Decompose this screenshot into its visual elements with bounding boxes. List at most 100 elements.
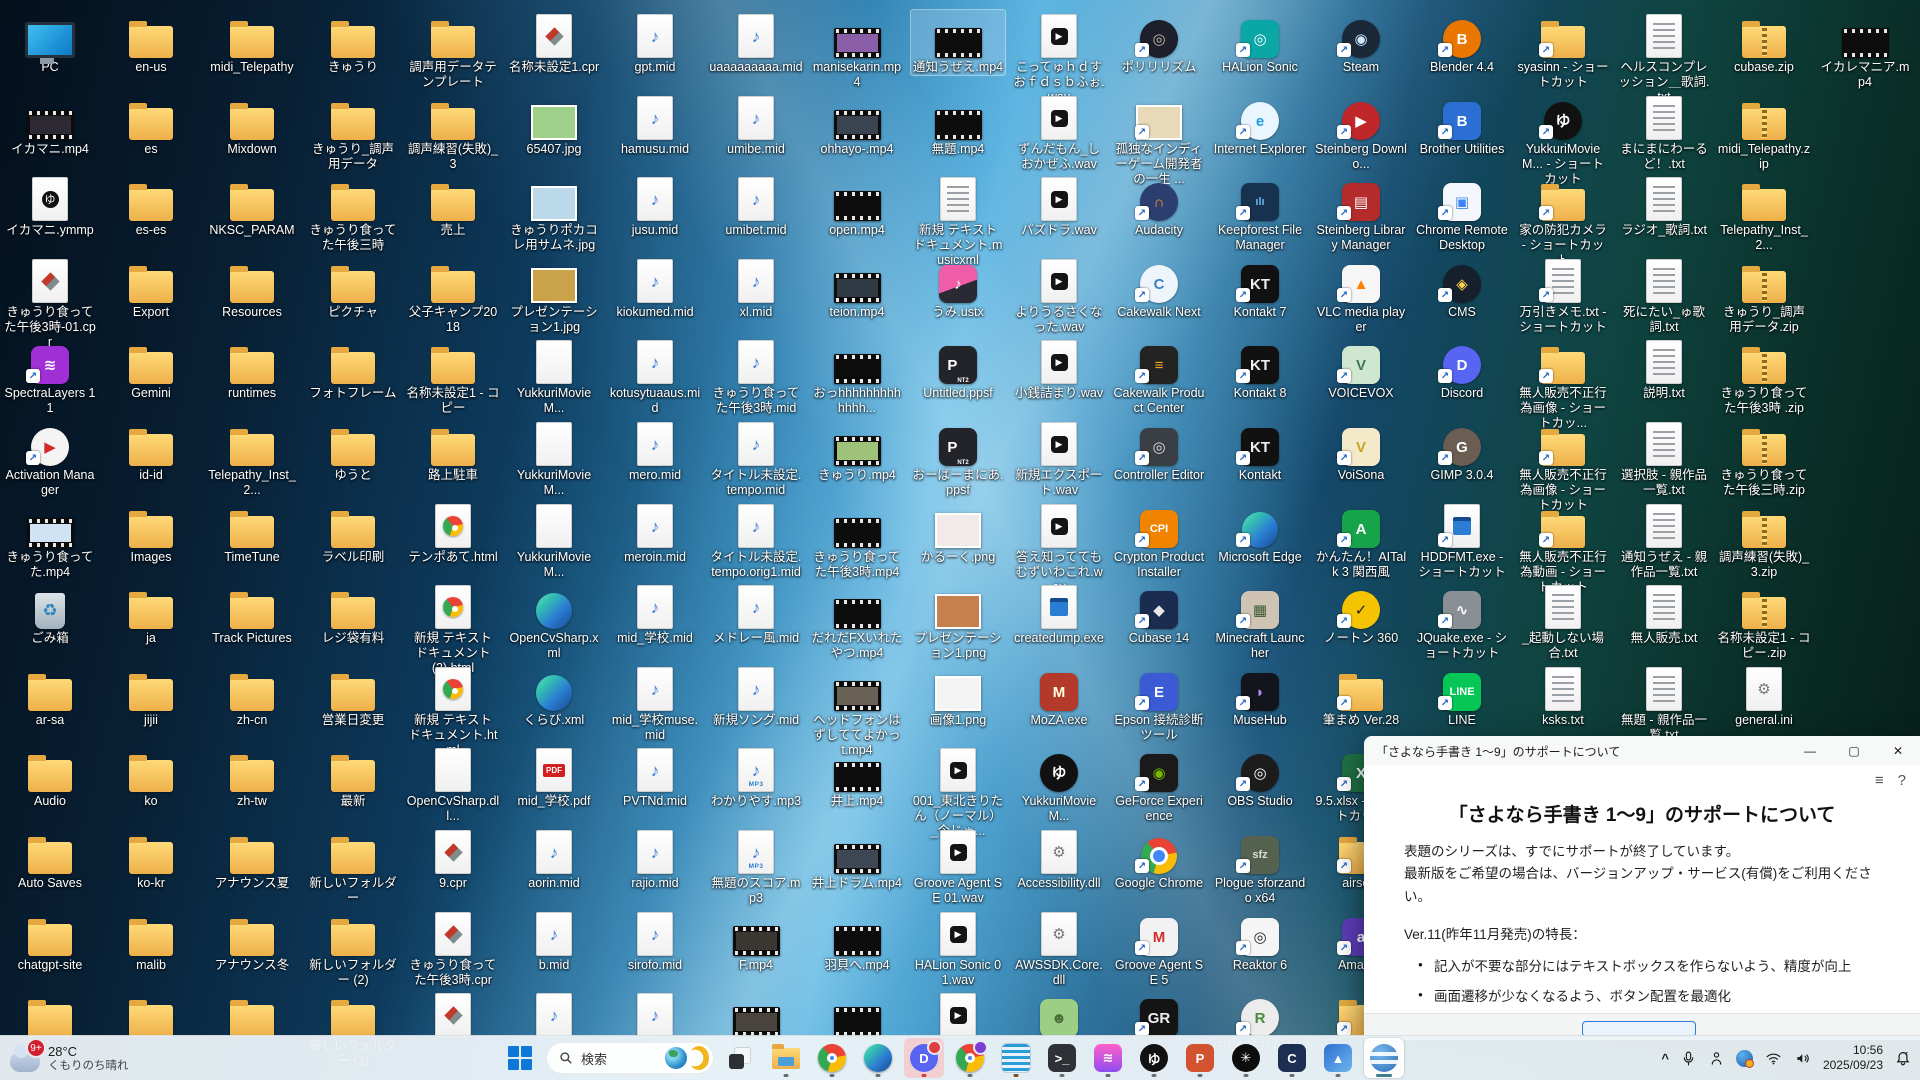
desktop-icon[interactable]: ♪umibe.mid	[709, 92, 803, 157]
minimize-button[interactable]: —	[1788, 736, 1832, 766]
desktop-icon[interactable]: ♪meroin.mid	[608, 500, 702, 565]
desktop-icon[interactable]: きゅうり食ってた午後3時.cpr	[406, 908, 500, 988]
desktop-icon[interactable]: ▦↗Minecraft Launcher	[1213, 581, 1307, 661]
weather-widget[interactable]: 9+ 28°C くもりのち晴れ	[10, 1039, 129, 1077]
taskbar-task-view-button[interactable]	[720, 1038, 760, 1078]
desktop-icon[interactable]: Images	[104, 500, 198, 565]
desktop-icon[interactable]: ⚙general.ini	[1717, 663, 1811, 728]
desktop-icon[interactable]: midi_Telepathy.zip	[1717, 92, 1811, 172]
desktop-icon[interactable]: KT↗Kontakt	[1213, 418, 1307, 483]
desktop-icon[interactable]: B↗Blender 4.4	[1415, 10, 1509, 75]
desktop-icon[interactable]: manisekarin.mp4	[810, 10, 904, 90]
desktop-icon[interactable]: e↗Internet Explorer	[1213, 92, 1307, 157]
desktop-icon[interactable]: 営業日変更	[306, 663, 400, 728]
desktop-icon[interactable]: G↗GIMP 3.0.4	[1415, 418, 1509, 483]
taskbar-voicevox[interactable]	[1364, 1038, 1404, 1078]
desktop-icon[interactable]: ゆYukkuriMovieM...	[1012, 744, 1106, 824]
desktop-icon[interactable]: ar-sa	[3, 663, 97, 728]
desktop-icon[interactable]: ♪メドレー風.mid	[709, 581, 803, 646]
desktop-icon[interactable]: 選択肢 - 親作品一覧.txt	[1617, 418, 1711, 498]
desktop-icon[interactable]	[810, 989, 904, 1039]
taskbar-start-button[interactable]	[500, 1038, 540, 1078]
desktop-icon[interactable]: 9.cpr	[406, 826, 500, 891]
desktop-icon[interactable]: ↗無人販売不正行為画像 - ショートカッ...	[1516, 336, 1610, 431]
app-blueball-icon[interactable]	[1736, 1050, 1753, 1067]
desktop-icon[interactable]: まにまにわーるど！.txt	[1617, 92, 1711, 172]
desktop-icon[interactable]: プレゼンテーション1.jpg	[507, 255, 601, 335]
desktop-icon[interactable]: ↗万引きメモ.txt - ショートカット	[1516, 255, 1610, 335]
desktop-icon[interactable]: OpenCvSharp.xml	[507, 581, 601, 661]
desktop-icon[interactable]: NKSC_PARAM	[205, 173, 299, 238]
desktop-icon[interactable]: zh-tw	[205, 744, 299, 809]
desktop-icon[interactable]: 名称未設定1 - コピー	[406, 336, 500, 416]
desktop-icon[interactable]: ♪xl.mid	[709, 255, 803, 320]
desktop-icon[interactable]: jijii	[104, 663, 198, 728]
desktop-icon[interactable]: ja	[104, 581, 198, 646]
desktop-icon[interactable]: ▶新規エクスポート.wav	[1012, 418, 1106, 498]
desktop-icon[interactable]: ◈↗CMS	[1415, 255, 1509, 320]
desktop-icon[interactable]: 通知うぜえ.mp4	[911, 10, 1005, 75]
desktop-icon[interactable]: きゅうり_調声用データ	[306, 92, 400, 172]
speaker-icon[interactable]	[1794, 1050, 1812, 1067]
taskbar-file-explorer[interactable]	[766, 1038, 806, 1078]
desktop-icon[interactable]: きゅうり	[306, 10, 400, 75]
desktop-icon[interactable]: V↗VOICEVOX	[1314, 336, 1408, 401]
desktop-icon[interactable]: ◆↗Cubase 14	[1112, 581, 1206, 646]
desktop-icon[interactable]: ↗Microsoft Edge	[1213, 500, 1307, 565]
desktop-icon[interactable]: プレゼンテーション1.png	[911, 581, 1005, 661]
desktop-icon[interactable]: ☻	[1012, 989, 1106, 1039]
taskbar-edge[interactable]	[858, 1038, 898, 1078]
desktop-icon[interactable]: 売上	[406, 173, 500, 238]
desktop-icon[interactable]: ♪jusu.mid	[608, 173, 702, 238]
taskbar-chrome[interactable]	[812, 1038, 852, 1078]
desktop-icon[interactable]: ♪rajio.mid	[608, 826, 702, 891]
desktop-icon[interactable]: ♪uaaaaaaaaa.mid	[709, 10, 803, 75]
desktop-icon[interactable]: きゅうり食ってた午後三時.zip	[1717, 418, 1811, 498]
desktop-icon[interactable]: フォトフレーム	[306, 336, 400, 401]
desktop-icon[interactable]: ▶HALion Sonic 01.wav	[911, 908, 1005, 988]
desktop-icon[interactable]: E↗Epson 接続診断ツール	[1112, 663, 1206, 743]
desktop-icon[interactable]: イカレマニア.mp4	[1818, 10, 1912, 90]
taskbar-yukkuri-movie-maker[interactable]: ゆ	[1134, 1038, 1174, 1078]
desktop-icon[interactable]: ▶パズドラ.wav	[1012, 173, 1106, 238]
desktop-icon[interactable]: en-us	[104, 10, 198, 75]
desktop-icon[interactable]: 新しいフォルダー	[306, 826, 400, 906]
desktop-icon[interactable]	[3, 989, 97, 1039]
desktop-icon[interactable]: きゅうり食ってた午後3時.mp4	[810, 500, 904, 580]
desktop-icon[interactable]: アナウンス夏	[205, 826, 299, 891]
maximize-button[interactable]: ▢	[1832, 736, 1876, 766]
desktop-icon[interactable]: 名称未設定1 - コピー.zip	[1717, 581, 1811, 661]
desktop-icon[interactable]: 新しいフォルダー (2)	[306, 908, 400, 988]
desktop-icon[interactable]: ♪	[507, 989, 601, 1039]
desktop-icon[interactable]: イカマニ.mp4	[3, 92, 97, 157]
desktop-icon[interactable]: ヘルスコンプレッション＿歌詞.txt	[1617, 10, 1711, 105]
desktop-icon[interactable]: D↗Discord	[1415, 336, 1509, 401]
desktop-icon[interactable]: テンポあて.html	[406, 500, 500, 565]
desktop-icon[interactable]: ピクチャ	[306, 255, 400, 320]
microphone-icon[interactable]	[1680, 1050, 1697, 1067]
desktop-icon[interactable]: F.mp4	[709, 908, 803, 973]
desktop-icon[interactable]: Auto Saves	[3, 826, 97, 891]
desktop-icon[interactable]: ♪新規ソング.mid	[709, 663, 803, 728]
desktop-icon[interactable]: ♪mid_学校.mid	[608, 581, 702, 646]
desktop-icon[interactable]: YukkuriMovieM...	[507, 418, 601, 498]
taskbar-chrome-profile[interactable]	[950, 1038, 990, 1078]
desktop-icon[interactable]: 調声練習(失敗)_3	[406, 92, 500, 172]
desktop-icon[interactable]: レジ袋有料	[306, 581, 400, 646]
desktop-icon[interactable]: ▶よりうるさくなった.wav	[1012, 255, 1106, 335]
taskbar-clock[interactable]: 10:562025/09/23	[1823, 1043, 1883, 1073]
desktop-icon[interactable]: ılı↗Keepforest File Manager	[1213, 173, 1307, 253]
desktop-icon[interactable]: ラジオ_歌詞.txt	[1617, 173, 1711, 238]
taskbar-chatgpt[interactable]: ✳	[1226, 1038, 1266, 1078]
desktop-icon[interactable]: ▶Groove Agent SE 01.wav	[911, 826, 1005, 906]
desktop-icon[interactable]: ♪mero.mid	[608, 418, 702, 483]
desktop-icon[interactable]: chatgpt-site	[3, 908, 97, 973]
desktop-icon[interactable]: 井上.mp4	[810, 744, 904, 809]
desktop-icon[interactable]: teion.mp4	[810, 255, 904, 320]
desktop-icon[interactable]: ▶001_東北きりたん（ノーマル）_今じゃ...	[911, 744, 1005, 839]
desktop-icon[interactable]: V↗VoiSona	[1314, 418, 1408, 483]
desktop-icon[interactable]: CPI↗Crypton Product Installer	[1112, 500, 1206, 580]
desktop-icon[interactable]: Resources	[205, 255, 299, 320]
desktop-icon[interactable]: KT↗Kontakt 7	[1213, 255, 1307, 320]
desktop-icon[interactable]: 無題 - 親作品一覧.txt	[1617, 663, 1711, 743]
